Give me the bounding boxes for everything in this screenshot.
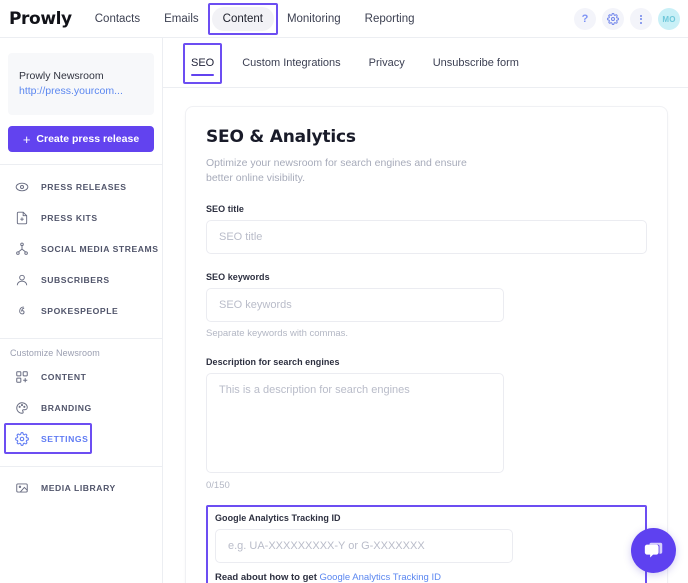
- nav-label: Emails: [164, 12, 199, 25]
- top-navigation-bar: Prowly Contacts Emails Content Monitorin…: [0, 0, 688, 38]
- nav-label: Reporting: [364, 12, 415, 25]
- tab-privacy[interactable]: Privacy: [355, 38, 419, 88]
- help-button[interactable]: ?: [574, 8, 596, 30]
- sidebar-item-label: CONTENT: [41, 371, 87, 382]
- main-nav: Contacts Emails Content Monitoring Repor…: [84, 2, 426, 35]
- google-analytics-note-prefix: Read about how to get: [215, 572, 320, 583]
- sidebar-item-press-releases[interactable]: PRESS RELEASES: [4, 171, 158, 202]
- nav-item-reporting[interactable]: Reporting: [354, 7, 426, 31]
- settings-tabbar: SEO Custom Integrations Privacy Unsubscr…: [163, 38, 688, 88]
- sidebar-item-press-kits[interactable]: PRESS KITS: [4, 202, 158, 233]
- sidebar-item-label: PRESS RELEASES: [41, 181, 127, 192]
- share-network-icon: [15, 242, 29, 256]
- sidebar-item-content[interactable]: CONTENT: [4, 361, 158, 392]
- sidebar: Prowly Newsroom http://press.yourcom... …: [0, 38, 163, 583]
- person-icon: [15, 273, 29, 287]
- tab-unsubscribe-form[interactable]: Unsubscribe form: [419, 38, 533, 88]
- sidebar-item-branding[interactable]: BRANDING: [4, 392, 158, 423]
- chat-bubble-icon: [644, 542, 662, 558]
- sidebar-item-subscribers[interactable]: SUBSCRIBERS: [4, 264, 158, 295]
- sidebar-item-label: MEDIA LIBRARY: [41, 482, 116, 493]
- nav-item-emails[interactable]: Emails: [153, 7, 210, 31]
- file-plus-icon: [15, 211, 29, 225]
- more-options-button[interactable]: [630, 8, 652, 30]
- seo-keywords-label: SEO keywords: [206, 272, 270, 282]
- main-content: SEO Custom Integrations Privacy Unsubscr…: [163, 38, 688, 583]
- seo-keywords-helper: Separate keywords with commas.: [206, 328, 349, 339]
- prowly-logo[interactable]: Prowly: [9, 9, 72, 29]
- quote-icon: [15, 304, 29, 318]
- sidebar-item-label: SPOKESPEOPLE: [41, 305, 119, 316]
- tab-label: Custom Integrations: [242, 56, 341, 69]
- grid-plus-icon: [15, 370, 29, 384]
- sidebar-group-title: Customize Newsroom: [10, 348, 100, 358]
- description-label: Description for search engines: [206, 357, 340, 367]
- avatar[interactable]: MO: [658, 8, 680, 30]
- nav-label: Contacts: [94, 12, 141, 25]
- description-textarea[interactable]: This is a description for search engines: [206, 373, 504, 473]
- sidebar-primary-list: PRESS RELEASES PRESS KITS SOCIAL MEDIA S…: [0, 165, 162, 326]
- seo-title-field: SEO title SEO title: [206, 204, 647, 254]
- image-icon: [15, 481, 29, 495]
- newsroom-card[interactable]: Prowly Newsroom http://press.yourcom...: [8, 53, 154, 115]
- seo-keywords-input[interactable]: SEO keywords: [206, 288, 504, 322]
- newsroom-url-link[interactable]: http://press.yourcom...: [19, 84, 143, 99]
- top-bar-actions: ? MO: [574, 0, 680, 38]
- description-field: Description for search engines This is a…: [206, 357, 647, 491]
- sidebar-item-label: SUBSCRIBERS: [41, 274, 110, 285]
- google-analytics-note: Read about how to get Google Analytics T…: [215, 572, 638, 583]
- palette-icon: [15, 401, 29, 415]
- nav-item-content[interactable]: Content: [207, 2, 278, 35]
- tab-label: SEO: [191, 56, 215, 69]
- newsroom-name: Prowly Newsroom: [19, 70, 104, 82]
- question-mark-icon: ?: [581, 12, 589, 25]
- tab-custom-integrations[interactable]: Custom Integrations: [228, 38, 354, 88]
- tab-seo[interactable]: SEO: [177, 38, 228, 88]
- chat-widget-button[interactable]: [631, 528, 676, 573]
- eye-icon: [15, 180, 29, 194]
- settings-button[interactable]: [602, 8, 624, 30]
- sidebar-item-label: SOCIAL MEDIA STREAMS: [41, 243, 159, 254]
- sidebar-item-label: PRESS KITS: [41, 212, 98, 223]
- page-subtitle: Optimize your newsroom for search engine…: [206, 157, 467, 184]
- kebab-menu-icon: [640, 14, 642, 24]
- sidebar-media-list: MEDIA LIBRARY: [0, 467, 162, 503]
- gear-icon: [15, 431, 29, 446]
- description-char-counter: 0/150: [206, 480, 230, 491]
- gear-icon: [607, 13, 619, 25]
- app-root: Prowly Contacts Emails Content Monitorin…: [0, 0, 688, 583]
- sidebar-customize-list: CONTENT BRANDING SETTINGS: [0, 361, 162, 454]
- nav-label: Monitoring: [286, 12, 341, 25]
- tab-label: Unsubscribe form: [432, 56, 519, 69]
- plus-icon: +: [22, 131, 31, 147]
- google-analytics-input[interactable]: e.g. UA-XXXXXXXXX-Y or G-XXXXXXX: [215, 529, 513, 563]
- seo-title-input[interactable]: SEO title: [206, 220, 647, 254]
- google-analytics-label: Google Analytics Tracking ID: [215, 513, 341, 523]
- sidebar-item-social-media-streams[interactable]: SOCIAL MEDIA STREAMS: [4, 233, 158, 264]
- sidebar-item-label: SETTINGS: [41, 433, 89, 444]
- google-analytics-help-link[interactable]: Google Analytics Tracking ID: [320, 572, 441, 583]
- create-press-release-label: Create press release: [36, 133, 140, 145]
- tab-label: Privacy: [368, 56, 405, 69]
- page-title: SEO & Analytics: [206, 127, 356, 147]
- sidebar-item-spokespeople[interactable]: SPOKESPEOPLE: [4, 295, 158, 326]
- seo-keywords-field: SEO keywords SEO keywords Separate keywo…: [206, 272, 647, 339]
- seo-settings-card: SEO & Analytics Optimize your newsroom f…: [185, 106, 668, 583]
- seo-title-label: SEO title: [206, 204, 244, 214]
- nav-item-contacts[interactable]: Contacts: [84, 7, 151, 31]
- sidebar-item-label: BRANDING: [41, 402, 92, 413]
- google-analytics-section: Google Analytics Tracking ID e.g. UA-XXX…: [206, 505, 647, 583]
- create-press-release-button[interactable]: + Create press release: [8, 126, 154, 152]
- nav-item-monitoring[interactable]: Monitoring: [276, 7, 352, 31]
- sidebar-item-settings[interactable]: SETTINGS: [4, 423, 158, 454]
- nav-label: Content: [222, 12, 263, 25]
- sidebar-item-media-library[interactable]: MEDIA LIBRARY: [4, 472, 158, 503]
